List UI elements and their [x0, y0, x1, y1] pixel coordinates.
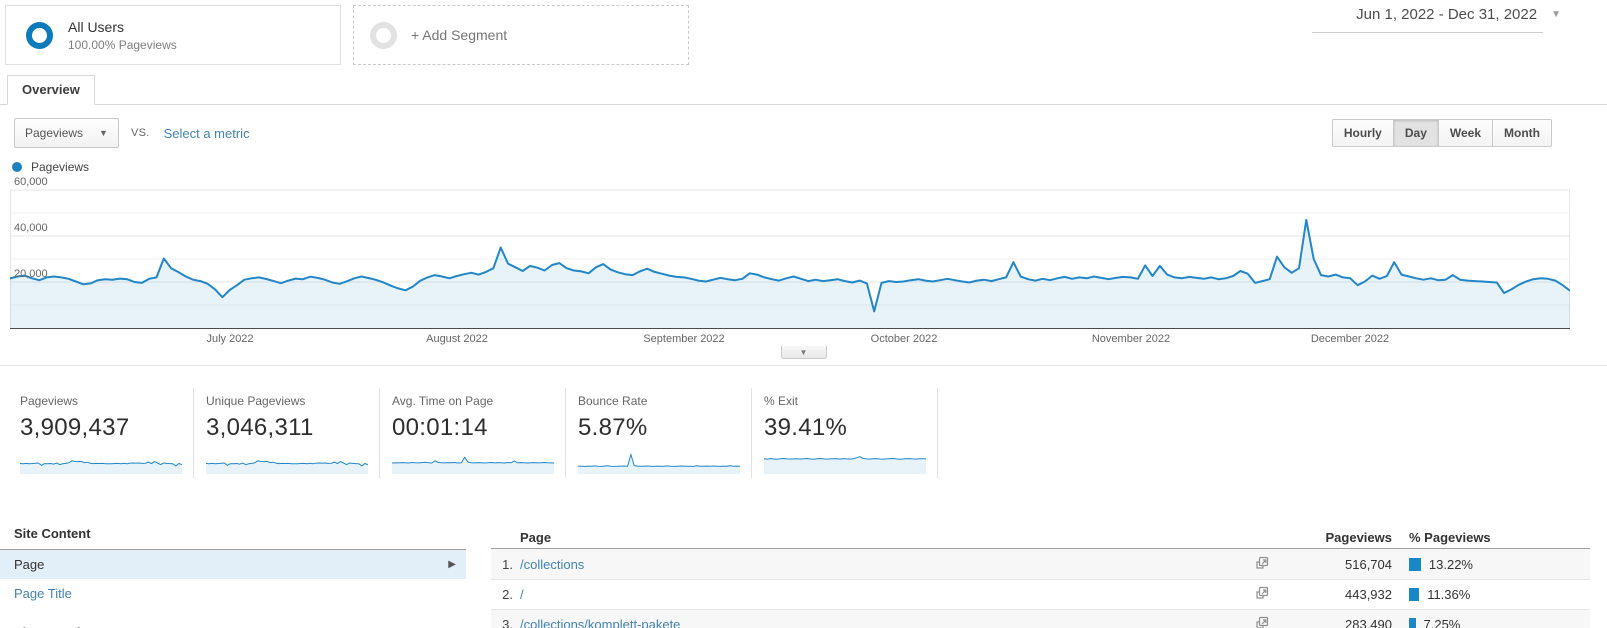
- pct-pageviews-cell: 13.22%: [1392, 557, 1590, 572]
- metric-dropdown[interactable]: Pageviews ▼: [14, 118, 119, 148]
- col-header-page[interactable]: Page: [491, 530, 1244, 545]
- stat-card-avg-time-on-page[interactable]: Avg. Time on Page 00:01:14: [380, 388, 566, 478]
- add-segment-label: + Add Segment: [411, 27, 508, 43]
- stat-sparkline: [206, 460, 368, 474]
- stats-row: Pageviews 3,909,437 Unique Pageviews 3,046,…: [8, 388, 1607, 478]
- x-axis-label: August 2022: [426, 333, 488, 345]
- x-axis-label: December 2022: [1310, 333, 1390, 345]
- pct-bar: [1409, 618, 1416, 628]
- granularity-week[interactable]: Week: [1438, 119, 1494, 147]
- date-range-text[interactable]: Jun 1, 2022 - Dec 31, 2022: [1312, 4, 1544, 33]
- stat-label: Unique Pageviews: [206, 394, 306, 408]
- legend-label: Pageviews: [31, 160, 90, 174]
- row-index: 3.: [502, 617, 513, 628]
- tab-overview[interactable]: Overview: [7, 75, 95, 105]
- pageviews-chart[interactable]: 20,000 40,000 60,000 July 2022 August 2022 Se…: [10, 174, 1570, 350]
- add-segment-button[interactable]: + Add Segment: [353, 5, 689, 65]
- date-range-picker[interactable]: Jun 1, 2022 - Dec 31, 2022 ▼: [1312, 4, 1561, 33]
- x-axis-label: October 2022: [870, 333, 938, 345]
- select-a-metric-link[interactable]: Select a metric: [164, 126, 250, 141]
- stat-sparkline: [20, 460, 182, 474]
- chart-section: 20,000 40,000 60,000 July 2022 August 2022 Se…: [0, 174, 1607, 366]
- stat-sparkline: [578, 452, 740, 474]
- page-link[interactable]: /: [520, 587, 524, 602]
- stat-value: 5.87%: [578, 414, 648, 441]
- pct-bar: [1409, 588, 1420, 601]
- chart-legend: Pageviews: [0, 160, 1607, 174]
- x-axis-label: September 2022: [643, 333, 725, 345]
- y-axis-label: 60,000: [14, 176, 48, 188]
- metric-dropdown-label: Pageviews: [25, 126, 84, 140]
- page-link[interactable]: /collections/komplett-pakete: [520, 617, 680, 628]
- page-link[interactable]: /collections: [520, 557, 584, 572]
- pct-pageviews-cell: 7.25%: [1392, 617, 1590, 628]
- dropdown-caret-icon: ▼: [99, 128, 108, 138]
- chevron-right-icon: ▶: [448, 559, 456, 570]
- table-header-row: Page Pageviews % Pageviews: [491, 526, 1590, 549]
- open-page-icon[interactable]: [1244, 586, 1280, 603]
- stat-label: Bounce Rate: [578, 394, 648, 408]
- open-page-icon[interactable]: [1244, 556, 1280, 573]
- granularity-hourly[interactable]: Hourly: [1331, 119, 1394, 147]
- segment-all-users[interactable]: All Users 100.00% Pageviews: [5, 5, 341, 65]
- stat-card--exit[interactable]: % Exit 39.41%: [752, 388, 938, 478]
- report-nav: Site Content Page▶Page Title Site Search: [0, 526, 466, 628]
- stat-label: % Exit: [764, 394, 799, 408]
- granularity-buttons: Hourly Day Week Month: [1331, 119, 1552, 147]
- stat-card-pageviews[interactable]: Pageviews 3,909,437: [8, 388, 194, 478]
- stat-value: 00:01:14: [392, 414, 488, 441]
- nav-item-label: Page Title: [14, 586, 72, 601]
- chart-collapse-tab[interactable]: ▼: [780, 346, 827, 359]
- vs-label: vs.: [130, 127, 150, 139]
- stat-card-unique-pageviews[interactable]: Unique Pageviews 3,046,311: [194, 388, 380, 478]
- y-axis-label: 20,000: [14, 268, 48, 280]
- tab-bar: Overview: [0, 74, 1607, 105]
- open-page-icon[interactable]: [1244, 616, 1280, 628]
- nav-item-label: Page: [14, 557, 45, 572]
- controls-row: Pageviews ▼ vs. Select a metric Hourly Da…: [0, 105, 1607, 148]
- granularity-day[interactable]: Day: [1393, 119, 1439, 147]
- pct-bar: [1409, 557, 1421, 571]
- segment-subtitle: 100.00% Pageviews: [68, 37, 177, 52]
- segment-ring-icon: [26, 21, 53, 49]
- stat-value: 39.41%: [764, 414, 848, 441]
- row-index: 1.: [502, 556, 513, 572]
- x-axis-label: November 2022: [1091, 333, 1171, 345]
- row-index: 2.: [502, 587, 513, 602]
- col-header-pct-pageviews[interactable]: % Pageviews: [1392, 530, 1590, 545]
- pageviews-value: 443,932: [1345, 587, 1392, 602]
- pct-label: 7.25%: [1423, 617, 1461, 628]
- col-header-pageviews[interactable]: Pageviews: [1280, 530, 1393, 545]
- date-caret-icon[interactable]: ▼: [1551, 9, 1561, 20]
- stat-value: 3,046,311: [206, 414, 314, 441]
- nav-item-page-title[interactable]: Page Title: [0, 579, 466, 608]
- legend-dot-icon: [12, 162, 22, 172]
- stat-sparkline: [764, 456, 926, 474]
- x-axis-label: July 2022: [206, 333, 254, 345]
- pageviews-value: 516,704: [1345, 556, 1392, 572]
- pct-label: 13.22%: [1428, 556, 1473, 572]
- chevron-down-icon: ▼: [799, 348, 808, 357]
- pct-label: 11.36%: [1427, 587, 1471, 602]
- add-segment-ring-icon: [370, 21, 397, 49]
- stat-label: Pageviews: [20, 394, 79, 408]
- stat-value: 3,909,437: [20, 414, 130, 441]
- granularity-month[interactable]: Month: [1493, 119, 1552, 147]
- pageviews-value: 283,490: [1345, 617, 1392, 628]
- nav-item-page[interactable]: Page ▶: [0, 550, 466, 579]
- stat-sparkline: [392, 456, 554, 474]
- segment-title: All Users: [68, 18, 125, 35]
- pct-pageviews-cell: 11.36%: [1392, 587, 1590, 602]
- table-row: 1. /collections 516,704 13.22%: [491, 549, 1590, 579]
- pages-table: Page Pageviews % Pageviews 1. /collection…: [491, 526, 1590, 628]
- bottom-section: Site Content Page▶Page Title Site Search…: [0, 526, 1607, 628]
- site-content-header: Site Content: [0, 526, 466, 550]
- y-axis-label: 40,000: [14, 222, 48, 234]
- table-row: 2. / 443,932 11.36%: [491, 579, 1590, 609]
- stat-label: Avg. Time on Page: [392, 394, 494, 408]
- stat-card-bounce-rate[interactable]: Bounce Rate 5.87%: [566, 388, 752, 478]
- table-row: 3. /collections/komplett-pakete 283,490 7.2…: [491, 609, 1590, 628]
